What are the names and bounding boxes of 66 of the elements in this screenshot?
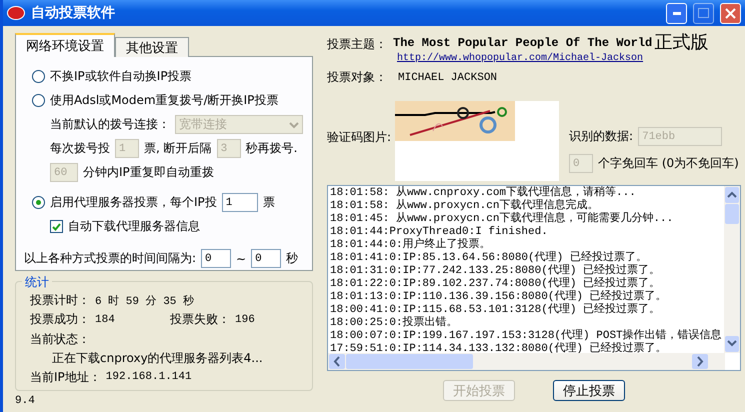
log-line: 18:01:41:0:IP:85.13.64.56:8080(代理) 已经投过票了。 <box>330 252 648 264</box>
input-field[interactable]: 0 <box>251 249 282 268</box>
wait-label: 票, 断开后隔 <box>144 140 212 157</box>
log-line: 18:01:45: 从www.proxycn.cn下载代理信息，可能需要几分钟... <box>330 213 674 226</box>
unit-label: 秒 <box>286 250 298 267</box>
topic-title: The Most Popular People Of The World <box>393 35 652 50</box>
log-line: 18:01:13:0:IP:110.136.39.156:8080(代理) 已经投过票了。 <box>330 291 668 303</box>
minimize-icon <box>672 12 680 14</box>
repeat-label: 分钟内IP重复即自动重拨 <box>83 164 214 181</box>
target-value: MICHAEL JACKSON <box>398 72 498 84</box>
timer-value: 6 时 59 分 35 秒 <box>95 294 194 308</box>
timer-label: 投票计时： <box>30 292 90 310</box>
unit-label: 票 <box>262 194 275 211</box>
window-title: 自动投票软件 <box>31 4 116 22</box>
vertical-scrollbar[interactable] <box>724 186 740 353</box>
captcha-label: 验证码图片: <box>327 129 392 146</box>
minimize-button[interactable] <box>666 2 687 24</box>
radio-button[interactable] <box>32 196 45 209</box>
ip-value: 192.168.1.141 <box>106 371 192 384</box>
log-line: 18:01:58: 从www.cnproxy.com下载代理信息，请稍等... <box>330 187 637 199</box>
option-label: 使用Adsl或Modem重复拨号/断开换IP投票 <box>50 92 278 109</box>
close-icon <box>725 8 736 18</box>
input-field[interactable]: 0 <box>201 249 232 268</box>
votes-label: 每次拨号投 <box>50 140 110 157</box>
log-line: 18:01:44:0:用户终止了投票。 <box>330 239 492 252</box>
status-label: 当前状态： <box>30 330 90 348</box>
tab[interactable]: 网络环境设置 <box>15 33 115 57</box>
maximize-icon <box>698 8 709 18</box>
separator: ~ <box>236 252 246 266</box>
close-button[interactable] <box>720 2 741 24</box>
success-label: 投票成功： <box>30 311 90 328</box>
version-text: 9.4 <box>15 395 36 407</box>
log-line: 18:01:31:0:IP:77.242.133.25:8080(代理) 已经投过票了。 <box>330 265 662 277</box>
connection-label: 当前默认的拨号连接： <box>50 116 170 133</box>
topic-link[interactable]: http://www.whopopular.com/Michael-Jackson <box>397 53 741 64</box>
checkbox-label: 自动下载代理服务器信息 <box>68 218 200 235</box>
topic-label: 投票主题： <box>327 36 387 53</box>
log-line: 17:59:51:0:IP:114.34.133.132:8080(代理) 已经投过票了。 <box>330 343 668 353</box>
input-field[interactable]: 1 <box>222 193 258 212</box>
option-label: 启用代理服务器投票，每个IP投 <box>50 194 217 211</box>
log-line: 18:01:44:ProxyThread0:I finished. <box>330 226 549 238</box>
log-line: 18:00:25:0:投票出错。 <box>330 317 459 330</box>
checkmark-icon <box>52 222 61 230</box>
app-icon <box>7 6 25 20</box>
fail-label: 投票失败： <box>170 311 230 328</box>
chars-label: 个字免回车 (0为不免回车) <box>598 155 739 172</box>
interval-label: 以上各种方式投票的时间间隔为: <box>24 250 196 267</box>
success-value: 184 <box>95 314 116 326</box>
redial-label: 秒再拨号. <box>246 140 298 157</box>
vote-button[interactable]: 停止投票 <box>553 380 625 401</box>
status-text: 正在下载cnproxy的代理服务器列表4... <box>52 350 263 367</box>
log-line: 18:00:41:0:IP:115.68.53.101:3128(代理) 已经投过票了。 <box>330 304 662 316</box>
maximize-button[interactable] <box>693 2 714 24</box>
tab[interactable]: 其他设置 <box>115 37 189 57</box>
radio-button[interactable] <box>32 70 45 83</box>
recognized-label: 识别的数据: <box>569 128 634 145</box>
option-label: 不换IP或软件自动换IP投票 <box>50 68 192 85</box>
log-line: 18:01:22:0:IP:89.102.237.74:8080(代理) 已经投过票了。 <box>330 278 662 290</box>
log-line: 18:01:58: 从www.proxycn.cn下载代理信息完成。 <box>330 200 600 212</box>
horizontal-scrollbar[interactable] <box>328 353 725 370</box>
ip-label: 当前IP地址： <box>30 368 101 386</box>
edition-label: 正式版 <box>654 34 708 52</box>
checkbox[interactable] <box>50 220 63 233</box>
target-label: 投票对象： <box>327 69 387 86</box>
log-line: 18:00:07:0:IP:199.167.197.153:3128(代理) POST操作出错，错误信息 <box>330 330 722 342</box>
fail-value: 196 <box>235 314 255 326</box>
